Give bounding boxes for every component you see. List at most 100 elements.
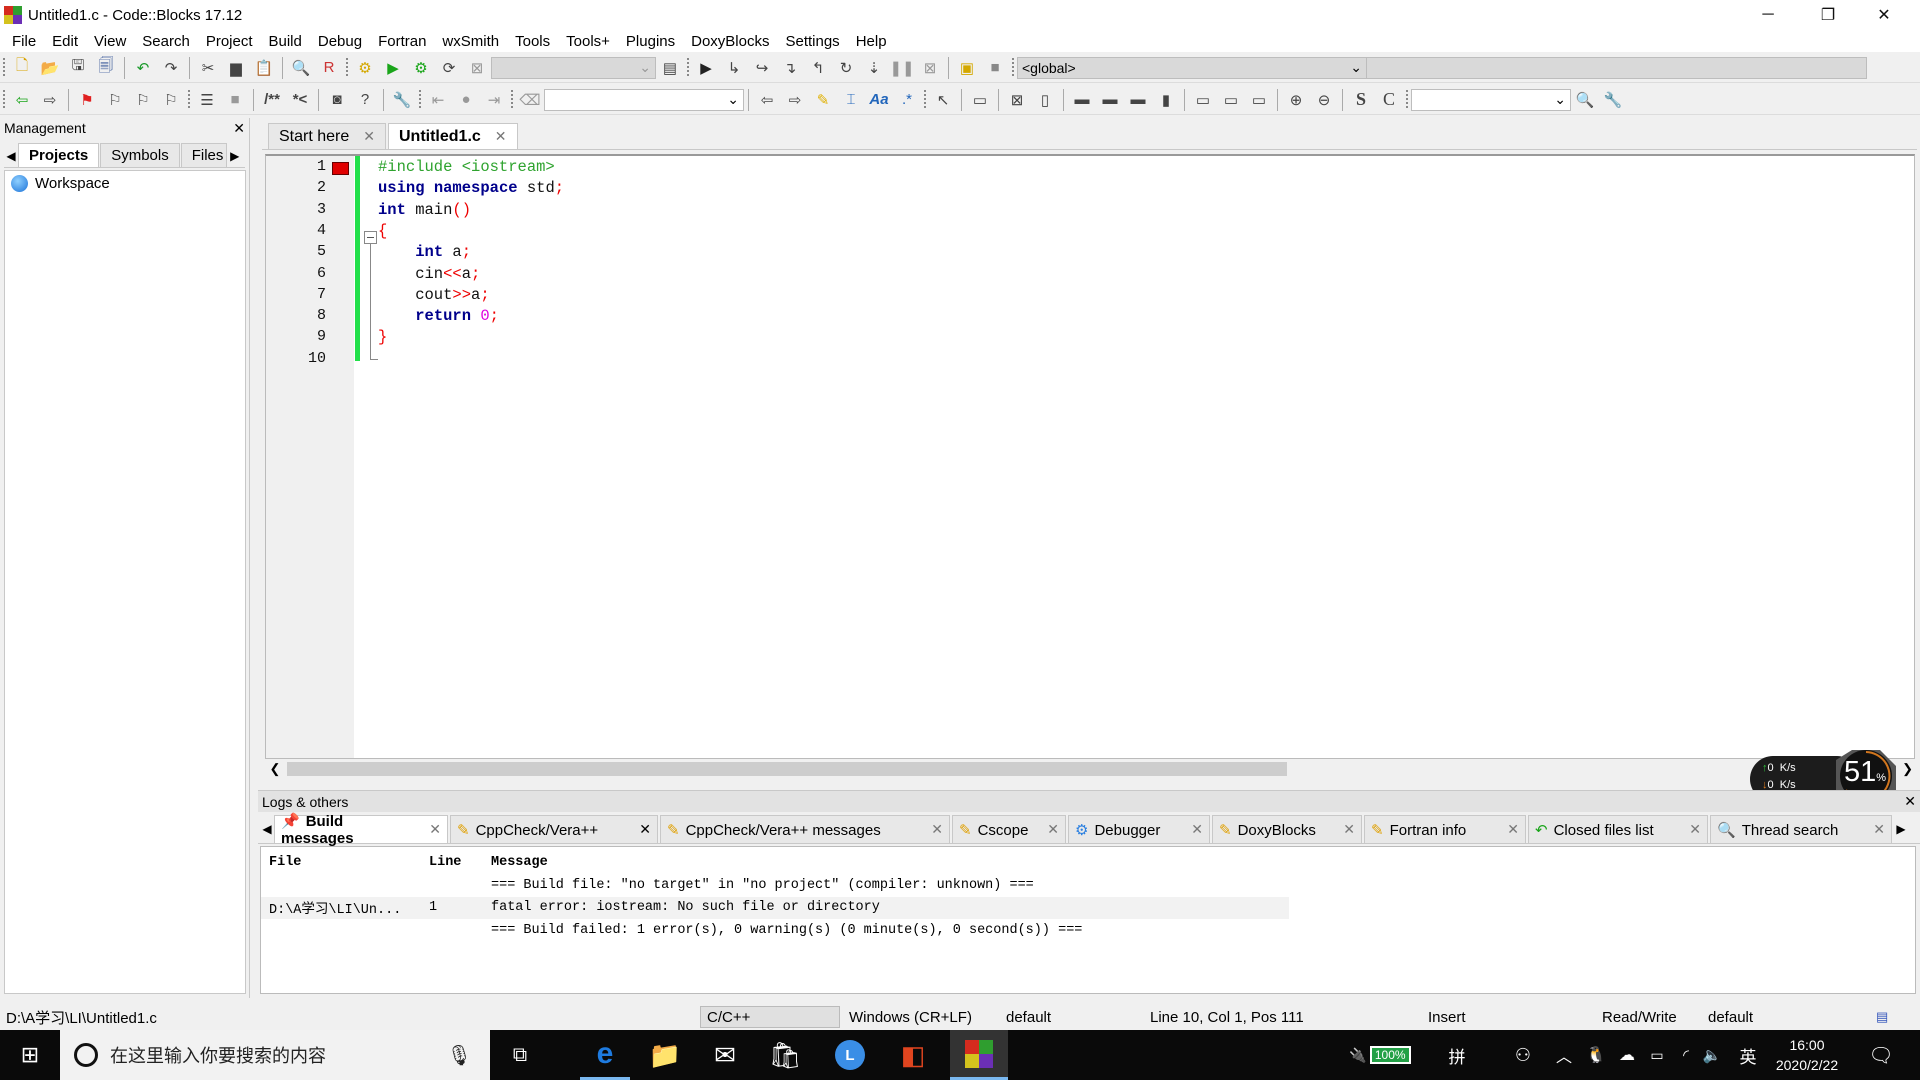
clear-search-icon[interactable]: ⌫ — [518, 88, 542, 112]
layout-bottom-icon[interactable]: ▬ — [1098, 88, 1122, 112]
power-icon[interactable]: ▭ — [1644, 1030, 1670, 1080]
bookmark-down-icon[interactable]: ■ — [223, 88, 247, 112]
log-tab[interactable]: ✎ Fortran info ✕ — [1364, 815, 1526, 843]
tab-files[interactable]: Files — [180, 143, 227, 167]
tab-scroll-right-icon[interactable]: ▶ — [228, 145, 242, 167]
toolbar-grip[interactable] — [511, 89, 513, 110]
toolbar-grip[interactable] — [1012, 57, 1014, 78]
column-message[interactable]: Message — [483, 855, 548, 870]
toggle-change-icon[interactable]: ● — [454, 88, 478, 112]
scope-combo[interactable]: <global> ⌄ — [1017, 56, 1367, 79]
close-tab-icon[interactable]: ✕ — [363, 128, 375, 145]
log-tab[interactable]: ✎ CppCheck/Vera++ messages ✕ — [660, 815, 950, 843]
build-and-run-icon[interactable]: ⚙ — [409, 56, 433, 80]
select-pointer-icon[interactable]: ↖ — [931, 88, 955, 112]
show-select-target-icon[interactable]: ▤ — [658, 56, 682, 80]
jump-back-icon[interactable]: ⇦ — [10, 88, 34, 112]
clear-bookmarks-icon[interactable]: ⚐ — [159, 88, 183, 112]
people-icon[interactable]: ⚇ — [1508, 1030, 1538, 1080]
step-into-icon[interactable]: ↴ — [778, 56, 802, 80]
save-all-icon[interactable]: 🗐 — [94, 56, 118, 80]
scroll-right-icon[interactable]: ❯ — [1902, 761, 1913, 777]
debug-run-icon[interactable]: ▶ — [694, 56, 718, 80]
toolbar-grip[interactable] — [1406, 89, 1408, 110]
menu-search[interactable]: Search — [134, 33, 198, 50]
zoom-in-icon[interactable]: ⊕ — [1284, 88, 1308, 112]
replace-icon[interactable]: R — [317, 56, 341, 80]
menu-edit[interactable]: Edit — [44, 33, 86, 50]
toolbar-grip[interactable] — [419, 89, 421, 110]
tab-projects[interactable]: Projects — [18, 143, 100, 167]
next-change-icon[interactable]: ⇥ — [482, 88, 506, 112]
rebuild-icon[interactable]: ⟳ — [437, 56, 461, 80]
search-prev-icon[interactable]: ⇦ — [755, 88, 779, 112]
pause-icon[interactable]: ❚❚ — [889, 56, 914, 80]
code-completion-icon[interactable]: ☰ — [195, 88, 219, 112]
cut-icon[interactable]: ✂ — [196, 56, 220, 80]
ime-pinyin-icon[interactable]: 拼 — [1442, 1030, 1472, 1080]
menu-doxyblocks[interactable]: DoxyBlocks — [683, 33, 777, 50]
menu-tools[interactable]: Tools — [507, 33, 558, 50]
menu-help[interactable]: Help — [848, 33, 895, 50]
thread-search-icon[interactable]: 🔍 — [1573, 88, 1597, 112]
code-line[interactable]: cout>>a; — [378, 286, 489, 304]
paste-icon[interactable]: 📋 — [252, 56, 276, 80]
task-view-icon[interactable]: ⧉ — [500, 1030, 540, 1080]
log-tab[interactable]: 🔍 Thread search ✕ — [1710, 815, 1892, 843]
run-icon[interactable]: ▶ — [381, 56, 405, 80]
debugging-windows-icon[interactable]: ▣ — [955, 56, 979, 80]
menu-build[interactable]: Build — [261, 33, 310, 50]
next-bookmark-icon[interactable]: ⚐ — [131, 88, 155, 112]
toolbar-grip[interactable] — [346, 57, 348, 78]
horizontal-scrollbar[interactable]: ❮ ❯ — [265, 760, 1915, 778]
code-line[interactable]: cin<<a; — [378, 265, 480, 283]
step-into-instruction-icon[interactable]: ⇣ — [862, 56, 886, 80]
toggle-bookmark-icon[interactable]: ⚑ — [75, 88, 99, 112]
tree-item-workspace[interactable]: Workspace — [5, 171, 245, 196]
search-next-icon[interactable]: ⇨ — [783, 88, 807, 112]
scroll-left-icon[interactable]: ❮ — [265, 761, 285, 777]
stop-debug-icon[interactable]: ⊠ — [918, 56, 942, 80]
column-file[interactable]: File — [261, 855, 421, 870]
step-out-icon[interactable]: ↰ — [806, 56, 830, 80]
extract-docs-icon[interactable]: ? — [353, 88, 377, 112]
tab-scroll-right-icon[interactable]: ▶ — [1894, 815, 1908, 843]
new-file-icon[interactable]: 🗋 — [10, 56, 34, 80]
menu-file[interactable]: File — [4, 33, 44, 50]
menu-settings[interactable]: Settings — [777, 33, 847, 50]
save-icon[interactable]: 🖫 — [66, 56, 90, 80]
log-tab[interactable]: 📌 Build messages ✕ — [274, 813, 448, 847]
close-icon[interactable]: ✕ — [233, 120, 245, 137]
edge-browser-icon[interactable]: e — [580, 1030, 630, 1080]
tab-start-here[interactable]: Start here ✕ — [268, 123, 386, 149]
microphone-icon[interactable]: 🎙 — [447, 1043, 472, 1068]
various-info-icon[interactable]: ■ — [983, 56, 1007, 80]
menu-wxsmith[interactable]: wxSmith — [434, 33, 507, 50]
find-icon[interactable]: 🔍 — [289, 56, 313, 80]
abort-build-icon[interactable]: ⊠ — [465, 56, 489, 80]
toolbar-grip[interactable] — [188, 89, 190, 110]
layout-right-icon[interactable]: ▮ — [1154, 88, 1178, 112]
input-language-indicator[interactable]: 英 — [1734, 1030, 1762, 1080]
minimize-button[interactable]: ─ — [1740, 0, 1796, 30]
build-gear-icon[interactable]: ⚙ — [353, 56, 377, 80]
selected-text-only-icon[interactable]: ⌶ — [839, 88, 863, 112]
next-line-icon[interactable]: ↪ — [750, 56, 774, 80]
code-line[interactable]: } — [378, 328, 387, 346]
log-tab[interactable]: ✎ CppCheck/Vera++ ✕ — [450, 815, 658, 843]
close-button[interactable]: ✕ — [1856, 0, 1912, 30]
doxy-comment-block-icon[interactable]: /** — [260, 88, 284, 112]
symbol-s-icon[interactable]: S — [1349, 88, 1373, 112]
close-tab-icon[interactable]: ✕ — [931, 821, 943, 838]
clock[interactable]: 16:00 2020/2/22 — [1772, 1030, 1842, 1080]
restore-button[interactable]: ❐ — [1800, 0, 1856, 30]
log-tab[interactable]: ✎ Cscope ✕ — [952, 815, 1066, 843]
build-target-combo[interactable]: ⌄ — [491, 56, 656, 79]
run-to-cursor-icon[interactable]: ↳ — [722, 56, 746, 80]
toolbar-grip[interactable] — [3, 57, 5, 78]
wx-frame-icon[interactable]: ▭ — [968, 88, 992, 112]
show-hidden-icons-chevron[interactable]: ︿ — [1552, 1030, 1576, 1080]
close-tab-icon[interactable]: ✕ — [1047, 821, 1059, 838]
open-file-icon[interactable]: 📂 — [38, 56, 62, 80]
start-button[interactable]: ⊞ — [0, 1030, 60, 1080]
